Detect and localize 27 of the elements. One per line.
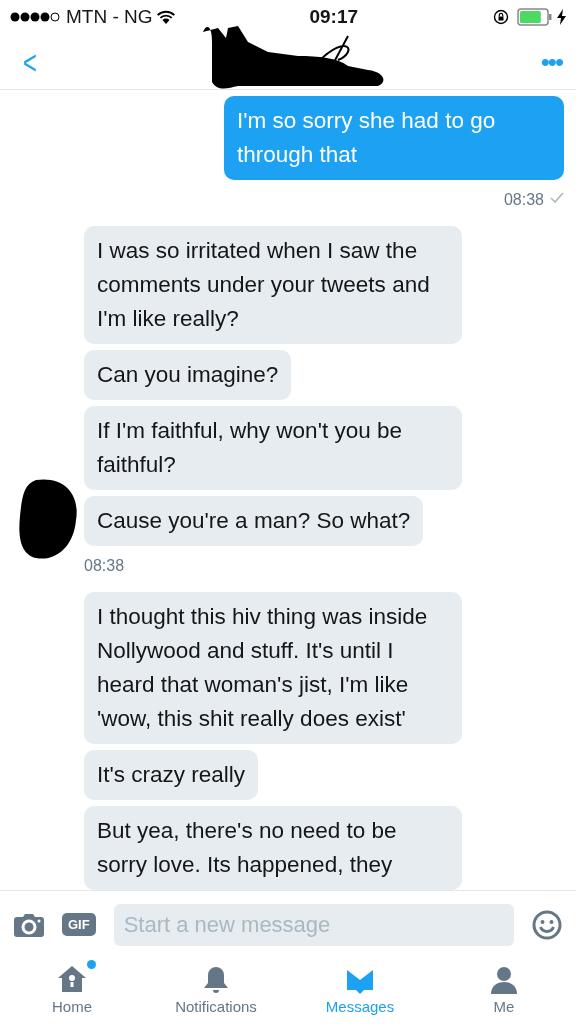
emoji-icon[interactable] <box>532 909 562 940</box>
tab-item[interactable]: Notifications <box>144 958 288 1024</box>
message-bubble: It's crazy really <box>84 750 259 800</box>
battery-icon <box>517 8 553 26</box>
message-bubble: I was so irritated when I saw the comments under your tweets and I'm like really? <box>84 226 462 344</box>
tab-item[interactable]: Me <box>432 958 576 1024</box>
me-icon <box>488 964 520 996</box>
message-bubble: Cause you're a man? So what? <box>84 496 424 546</box>
message-bubble: I thought this hiv thing was inside Nollywood and stuff. It's until I heard that woman's jist, I'm like 'wow, this shit really does exist' <box>84 592 462 744</box>
tab-item[interactable]: Messages <box>288 958 432 1024</box>
message-bubble: But yea, there's no need to be sorry love. Its happened, they <box>84 806 462 890</box>
status-time: 09:17 <box>309 4 359 29</box>
more-options-button[interactable]: ••• <box>540 48 562 75</box>
wifi-icon <box>156 10 175 24</box>
back-button[interactable]: < <box>18 44 42 79</box>
message-bubble: I'm so sorry she had to go through that <box>224 96 564 180</box>
rotation-lock-icon <box>493 9 509 25</box>
timestamp: 08:38 <box>503 190 544 210</box>
message-bubble: Can you imagine? <box>84 350 292 400</box>
message-bubble: If I'm faithful, why won't you be faithful? <box>84 406 462 490</box>
carrier-name: MTN - NG <box>66 4 153 29</box>
tab-item[interactable]: Home <box>0 958 144 1024</box>
signal-icon <box>10 12 62 22</box>
message-input[interactable]: Start a new message <box>113 903 514 946</box>
camera-icon[interactable] <box>14 912 44 937</box>
timestamp: 08:38 <box>84 556 125 576</box>
gif-button[interactable]: GIF <box>62 913 96 936</box>
